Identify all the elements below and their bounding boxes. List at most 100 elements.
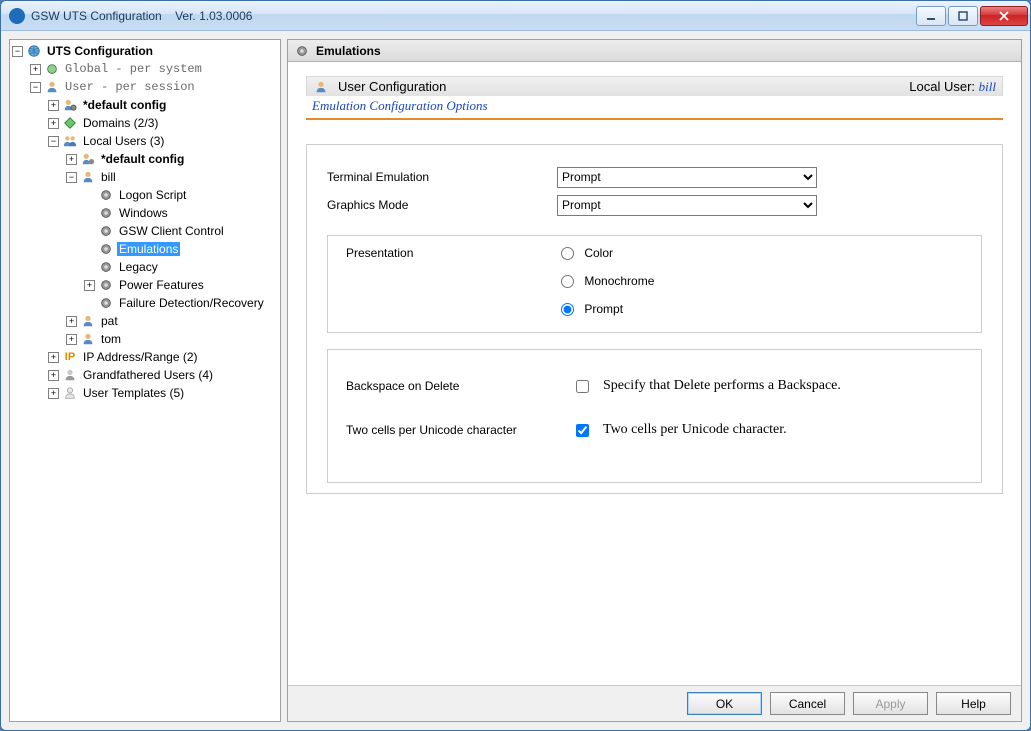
tree-user-tom[interactable]: + tom — [66, 330, 278, 348]
globe-icon — [26, 43, 42, 59]
tree-node-label: Power Features — [117, 278, 206, 292]
maximize-button[interactable] — [948, 6, 978, 26]
tree-default-config-2[interactable]: + *default config — [66, 150, 278, 168]
user-icon — [44, 79, 60, 95]
user-icon — [80, 169, 96, 185]
twocell-label: Two cells per Unicode character — [346, 423, 576, 437]
backspace-desc: Specify that Delete performs a Backspace… — [603, 378, 841, 394]
presentation-group: Presentation Color Monochrome Prompt — [327, 235, 982, 333]
cancel-button[interactable]: Cancel — [770, 692, 845, 715]
options-group: Backspace on Delete Specify that Delete … — [327, 349, 982, 483]
presentation-label: Presentation — [346, 246, 558, 260]
expander-icon[interactable]: + — [48, 100, 59, 111]
tree-user-bill[interactable]: − bill — [66, 168, 278, 186]
expander-icon[interactable]: − — [12, 46, 23, 57]
tree-domains[interactable]: + Domains (2/3) — [48, 114, 278, 132]
tree-node-label: Failure Detection/Recovery — [117, 296, 266, 310]
tree-global[interactable]: + Global - per system — [30, 60, 278, 78]
titlebar[interactable]: GSW UTS Configuration Ver. 1.03.0006 — [1, 1, 1030, 31]
tree-node-label: User - per session — [63, 80, 197, 94]
apply-button[interactable]: Apply — [853, 692, 928, 715]
tree-node-label: Global - per system — [63, 62, 204, 76]
expander-icon[interactable]: + — [48, 118, 59, 129]
graphics-mode-select[interactable]: Prompt — [557, 195, 817, 216]
tree-node-label: Logon Script — [117, 188, 188, 202]
ok-button[interactable]: OK — [687, 692, 762, 715]
tree-grandfathered[interactable]: +Grandfathered Users (4) — [48, 366, 278, 384]
form-area: Terminal Emulation Prompt Graphics Mode … — [306, 144, 1003, 494]
tree-default-config[interactable]: + *default config — [48, 96, 278, 114]
user-gear-icon — [80, 151, 96, 167]
radio-color[interactable]: Color — [561, 246, 654, 260]
users-icon — [62, 133, 78, 149]
radio-monochrome[interactable]: Monochrome — [561, 274, 654, 288]
gear-icon — [98, 205, 114, 221]
tree-windows[interactable]: Windows — [84, 204, 278, 222]
client-area: − UTS Configuration + Global - per syste… — [1, 31, 1030, 730]
expander-icon[interactable]: − — [48, 136, 59, 147]
tree-node-label: pat — [99, 314, 120, 328]
gear-icon — [98, 241, 114, 257]
user-grey-icon — [62, 367, 78, 383]
terminal-emulation-label: Terminal Emulation — [327, 170, 557, 184]
expander-icon[interactable]: + — [48, 370, 59, 381]
window-title: GSW UTS Configuration Ver. 1.03.0006 — [31, 9, 916, 23]
help-button[interactable]: Help — [936, 692, 1011, 715]
user-icon — [313, 79, 329, 95]
app-window: GSW UTS Configuration Ver. 1.03.0006 − U… — [0, 0, 1031, 731]
gear-icon — [98, 295, 114, 311]
panel-title: Emulations — [316, 44, 381, 58]
tree-emulations[interactable]: Emulations — [84, 240, 278, 258]
expander-icon[interactable]: + — [66, 316, 77, 327]
expander-icon[interactable]: + — [66, 334, 77, 345]
app-icon — [9, 8, 25, 24]
minimize-button[interactable] — [916, 6, 946, 26]
tree-failure-detection[interactable]: Failure Detection/Recovery — [84, 294, 278, 312]
tree-node-label: *default config — [99, 152, 186, 166]
backspace-label: Backspace on Delete — [346, 379, 576, 393]
radio-prompt[interactable]: Prompt — [561, 302, 654, 316]
expander-icon[interactable]: + — [30, 64, 41, 75]
user-config-bar: User Configuration Local User: bill — [306, 76, 1003, 96]
expander-icon[interactable]: − — [66, 172, 77, 183]
tree-panel[interactable]: − UTS Configuration + Global - per syste… — [9, 39, 281, 722]
tree-power-features[interactable]: + Power Features — [84, 276, 278, 294]
gear-icon — [98, 187, 114, 203]
tree-node-label: *default config — [81, 98, 168, 112]
expander-icon[interactable]: + — [48, 388, 59, 399]
terminal-emulation-select[interactable]: Prompt — [557, 167, 817, 188]
tree-node-label: User Templates (5) — [81, 386, 186, 400]
tree-gsw-client[interactable]: GSW Client Control — [84, 222, 278, 240]
tree-node-label: Windows — [117, 206, 170, 220]
tree-local-users[interactable]: − Local Users (3) — [48, 132, 278, 150]
tree-logon-script[interactable]: Logon Script — [84, 186, 278, 204]
tree-user[interactable]: − User - per session — [30, 78, 278, 96]
tree-node-label: bill — [99, 170, 118, 184]
expander-icon[interactable]: + — [84, 280, 95, 291]
gear-icon — [98, 223, 114, 239]
user-icon — [80, 331, 96, 347]
user-gear-icon — [62, 97, 78, 113]
close-button[interactable] — [980, 6, 1028, 26]
gear-icon — [98, 259, 114, 275]
expander-icon[interactable]: + — [66, 154, 77, 165]
tree-node-label: tom — [99, 332, 123, 346]
main-panel: Emulations User Configuration Local User… — [287, 39, 1022, 722]
expander-icon[interactable]: − — [30, 82, 41, 93]
tree-node-label: IP Address/Range (2) — [81, 350, 200, 364]
domain-icon — [62, 115, 78, 131]
globe-icon — [44, 61, 60, 77]
tree-user-pat[interactable]: + pat — [66, 312, 278, 330]
tree-node-label: Legacy — [117, 260, 160, 274]
expander-icon[interactable]: + — [48, 352, 59, 363]
local-user-label: Local User: bill — [909, 79, 996, 95]
backspace-checkbox[interactable] — [576, 380, 589, 393]
tree-node-label: Local Users (3) — [81, 134, 166, 148]
user-template-icon — [62, 385, 78, 401]
tree-ip-range[interactable]: +IPIP Address/Range (2) — [48, 348, 278, 366]
tree-legacy[interactable]: Legacy — [84, 258, 278, 276]
twocell-checkbox[interactable] — [576, 424, 589, 437]
button-bar: OK Cancel Apply Help — [288, 685, 1021, 721]
tree-user-templates[interactable]: + User Templates (5) — [48, 384, 278, 402]
tree-root[interactable]: − UTS Configuration — [12, 42, 278, 60]
